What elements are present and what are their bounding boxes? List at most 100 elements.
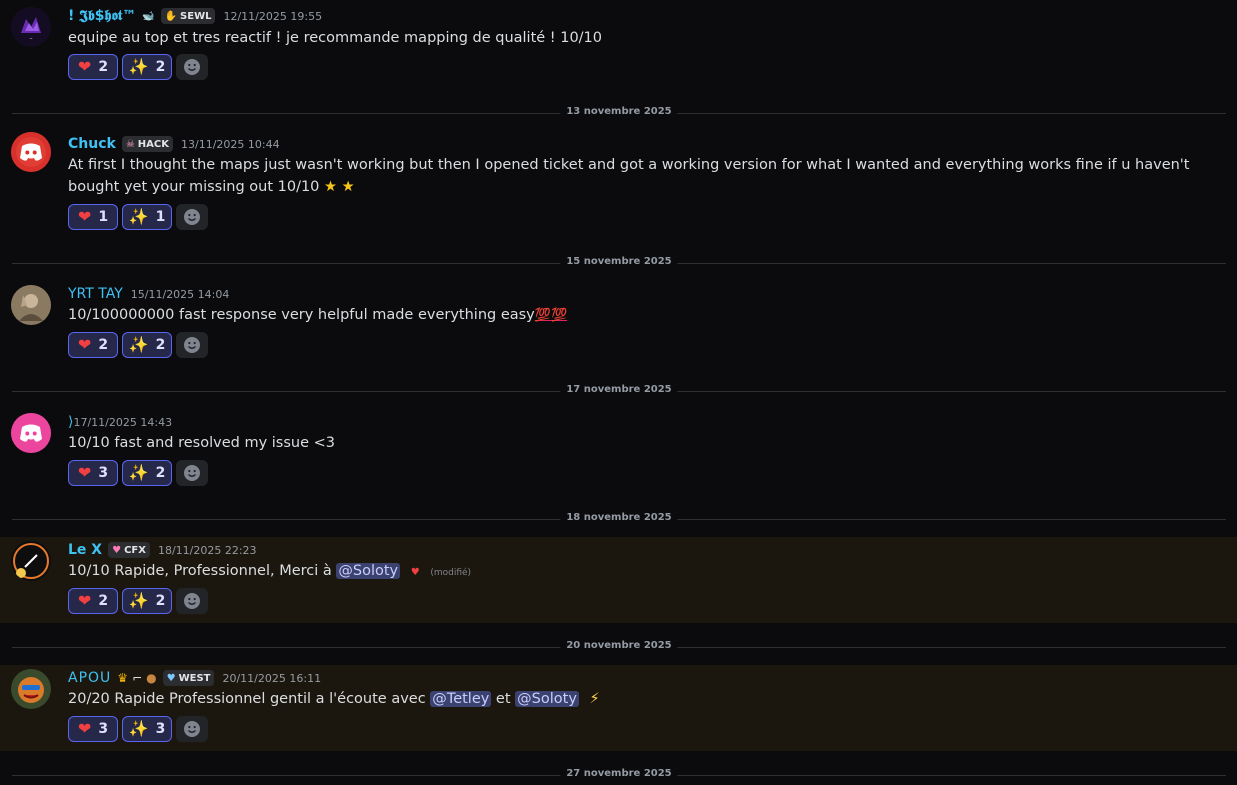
message-2: Chuck ☠ HACK 13/11/2025 10:44 At first I…: [0, 130, 1237, 240]
message-text: 10/10 Rapide, Professionnel, Merci à @So…: [68, 560, 1218, 584]
reaction-count: 2: [98, 337, 109, 353]
add-reaction-button[interactable]: [176, 204, 208, 230]
timestamp[interactable]: 17/11/2025 14:43: [73, 416, 172, 429]
skull-icon: ☠: [125, 138, 135, 150]
heart-icon: ❤: [77, 463, 92, 482]
message-header: YRT TAY 15/11/2025 14:04: [68, 286, 229, 302]
sparkles-icon: ✨: [128, 719, 149, 738]
message-text-mid: et: [491, 691, 516, 707]
add-reaction-button[interactable]: [176, 332, 208, 358]
date-divider: 15 novembre 2025: [12, 256, 1226, 267]
timestamp[interactable]: 20/11/2025 16:11: [222, 672, 321, 685]
reaction-count: 2: [98, 593, 109, 609]
heart-icon: ❤: [77, 335, 92, 354]
add-reaction-button[interactable]: [176, 716, 208, 742]
sparkles-icon: ✨: [128, 591, 149, 610]
message-header: ! 𝕵𝖇$𝖍𝖔𝖙™ 🐋 ✋ SEWL 12/11/2025 19:55: [68, 8, 322, 24]
hundred-points-icon: 💯💯: [534, 308, 568, 323]
username[interactable]: Chuck: [68, 136, 116, 152]
message-header: APOU ♛ ⌐ ● ♥ WEST 20/11/2025 16:11: [68, 670, 321, 686]
discord-logo-icon: [11, 132, 51, 172]
add-reaction-button[interactable]: [176, 460, 208, 486]
date-divider-label: 17 novembre 2025: [560, 384, 678, 395]
add-reaction-icon: [184, 721, 200, 737]
timestamp[interactable]: 12/11/2025 19:55: [223, 10, 322, 23]
timestamp[interactable]: 15/11/2025 14:04: [131, 288, 230, 301]
message-1: ~ ! 𝕵𝖇$𝖍𝖔𝖙™ 🐋 ✋ SEWL 12/11/2025 19:55 eq…: [0, 0, 1237, 90]
guild-tag-label: SEWL: [180, 10, 212, 22]
guild-tag-label: CFX: [124, 544, 146, 556]
reaction-heart[interactable]: ❤ 2: [68, 332, 118, 358]
username[interactable]: ! 𝕵𝖇$𝖍𝖔𝖙™: [68, 8, 136, 24]
guild-tag[interactable]: ✋ SEWL: [160, 8, 216, 24]
reaction-heart[interactable]: ❤ 2: [68, 588, 118, 614]
reaction-sparkles[interactable]: ✨ 2: [122, 54, 172, 80]
reaction-sparkles[interactable]: ✨ 2: [122, 460, 172, 486]
reactions: ❤ 3 ✨ 2: [68, 460, 208, 486]
reaction-count: 3: [155, 721, 166, 737]
message-text-body: At first I thought the maps just wasn't …: [68, 157, 1190, 195]
message-header: Le X ♥ CFX 18/11/2025 22:23: [68, 542, 257, 558]
date-divider-label: 18 novembre 2025: [560, 512, 678, 523]
message-text-body: 20/20 Rapide Professionnel gentil a l'éc…: [68, 691, 431, 707]
message-6: APOU ♛ ⌐ ● ♥ WEST 20/11/2025 16:11 20/20…: [0, 665, 1237, 751]
add-reaction-icon: [184, 337, 200, 353]
username[interactable]: YRT TAY: [68, 286, 123, 302]
message-text: 20/20 Rapide Professionnel gentil a l'éc…: [68, 688, 1218, 710]
user-mention[interactable]: @Soloty: [515, 691, 579, 707]
discord-logo-icon: [11, 413, 51, 453]
crown-icon: ♛: [117, 671, 129, 685]
reaction-count: 2: [155, 337, 166, 353]
date-divider-label: 13 novembre 2025: [560, 106, 678, 117]
add-reaction-button[interactable]: [176, 54, 208, 80]
date-divider: 20 novembre 2025: [12, 640, 1226, 651]
add-reaction-icon: [184, 59, 200, 75]
username[interactable]: APOU: [68, 670, 111, 686]
avatar[interactable]: [11, 132, 51, 172]
avatar[interactable]: [11, 413, 51, 453]
cigarette-icon: ⌐: [132, 671, 143, 685]
timestamp[interactable]: 18/11/2025 22:23: [158, 544, 257, 557]
date-divider: 13 novembre 2025: [12, 106, 1226, 117]
reaction-count: 2: [155, 59, 166, 75]
reaction-heart[interactable]: ❤ 3: [68, 716, 118, 742]
heart-icon: ❤: [77, 207, 92, 226]
heart-icon: ❤: [77, 591, 92, 610]
date-divider-label: 20 novembre 2025: [560, 640, 678, 651]
avatar[interactable]: ~: [11, 7, 51, 47]
avatar[interactable]: [11, 669, 51, 709]
message-text: 10/10 fast and resolved my issue <3: [68, 435, 336, 451]
reaction-heart[interactable]: ❤ 2: [68, 54, 118, 80]
reaction-sparkles[interactable]: ✨ 2: [122, 588, 172, 614]
message-text: At first I thought the maps just wasn't …: [68, 154, 1218, 198]
reaction-sparkles[interactable]: ✨ 2: [122, 332, 172, 358]
guild-tag[interactable]: ☠ HACK: [121, 136, 173, 152]
date-divider: 17 novembre 2025: [12, 384, 1226, 395]
whale-icon: 🐋: [142, 10, 155, 22]
reaction-sparkles[interactable]: ✨ 1: [122, 204, 172, 230]
add-reaction-button[interactable]: [176, 588, 208, 614]
heart-icon: ♥: [410, 567, 420, 578]
reaction-heart[interactable]: ❤ 1: [68, 204, 118, 230]
timestamp[interactable]: 13/11/2025 10:44: [181, 138, 280, 151]
reaction-count: 2: [98, 59, 109, 75]
user-mention[interactable]: @Tetley: [430, 691, 492, 707]
heart-icon: ❤: [77, 719, 92, 738]
reaction-count: 1: [98, 209, 109, 225]
message-3: YRT TAY 15/11/2025 14:04 10/100000000 fa…: [0, 280, 1237, 370]
username[interactable]: Le X: [68, 542, 102, 558]
user-mention[interactable]: @Soloty: [336, 563, 401, 579]
avatar[interactable]: [11, 541, 51, 581]
reaction-sparkles[interactable]: ✨ 3: [122, 716, 172, 742]
purple-hand-icon: ✋: [164, 10, 178, 22]
reaction-count: 3: [98, 465, 109, 481]
message-text-body: 10/100000000 fast response very helpful …: [68, 307, 535, 323]
avatar[interactable]: [11, 285, 51, 325]
guild-tag[interactable]: ♥ WEST: [162, 670, 215, 686]
add-reaction-icon: [184, 465, 200, 481]
star-icon: ★: [341, 179, 355, 195]
reaction-heart[interactable]: ❤ 3: [68, 460, 118, 486]
date-divider: 18 novembre 2025: [12, 512, 1226, 523]
reaction-count: 3: [98, 721, 109, 737]
guild-tag[interactable]: ♥ CFX: [108, 542, 150, 558]
